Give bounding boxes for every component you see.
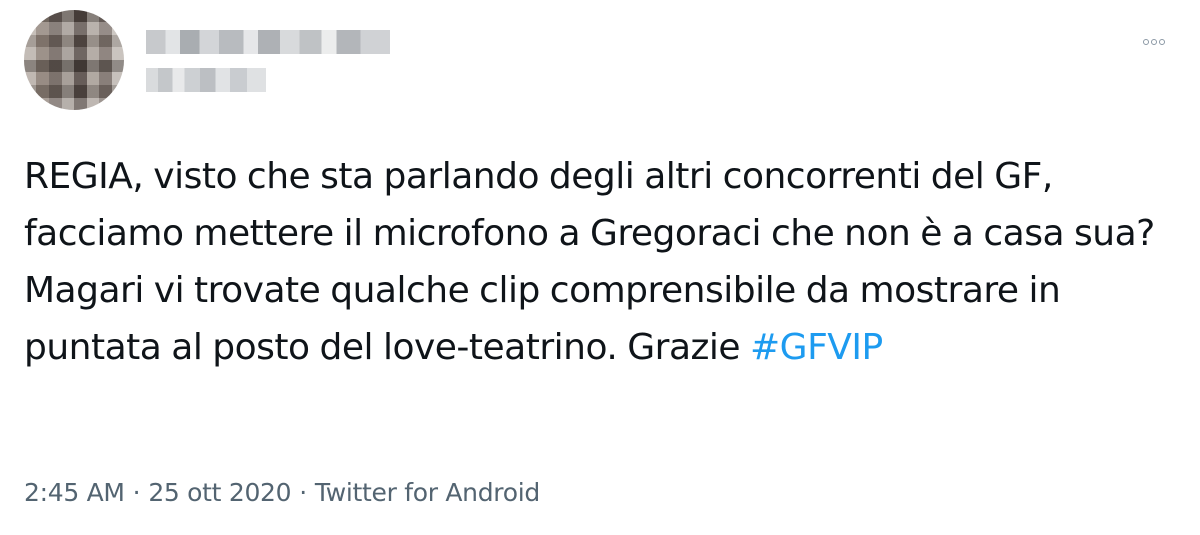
tweet-source[interactable]: Twitter for Android — [315, 478, 540, 507]
avatar[interactable] — [24, 10, 124, 110]
username-redacted[interactable] — [146, 68, 266, 92]
tweet-date[interactable]: 25 ott 2020 — [148, 478, 291, 507]
more-options-button[interactable] — [1136, 34, 1172, 50]
more-options-icon — [1143, 39, 1149, 45]
hashtag-link[interactable]: #GFVIP — [750, 327, 883, 368]
tweet-card: REGIA, visto che sta parlando degli altr… — [0, 0, 1200, 535]
meta-separator: · — [132, 478, 141, 507]
tweet-meta: 2:45 AM · 25 ott 2020 · Twitter for Android — [24, 478, 540, 507]
tweet-body-text: REGIA, visto che sta parlando degli altr… — [24, 156, 1155, 368]
meta-separator: · — [299, 478, 307, 507]
more-options-icon — [1159, 39, 1165, 45]
more-options-icon — [1151, 39, 1157, 45]
tweet-text: REGIA, visto che sta parlando degli altr… — [24, 148, 1174, 376]
display-name-redacted[interactable] — [146, 30, 390, 54]
avatar-pixelation — [24, 10, 124, 110]
tweet-time[interactable]: 2:45 AM — [24, 478, 125, 507]
